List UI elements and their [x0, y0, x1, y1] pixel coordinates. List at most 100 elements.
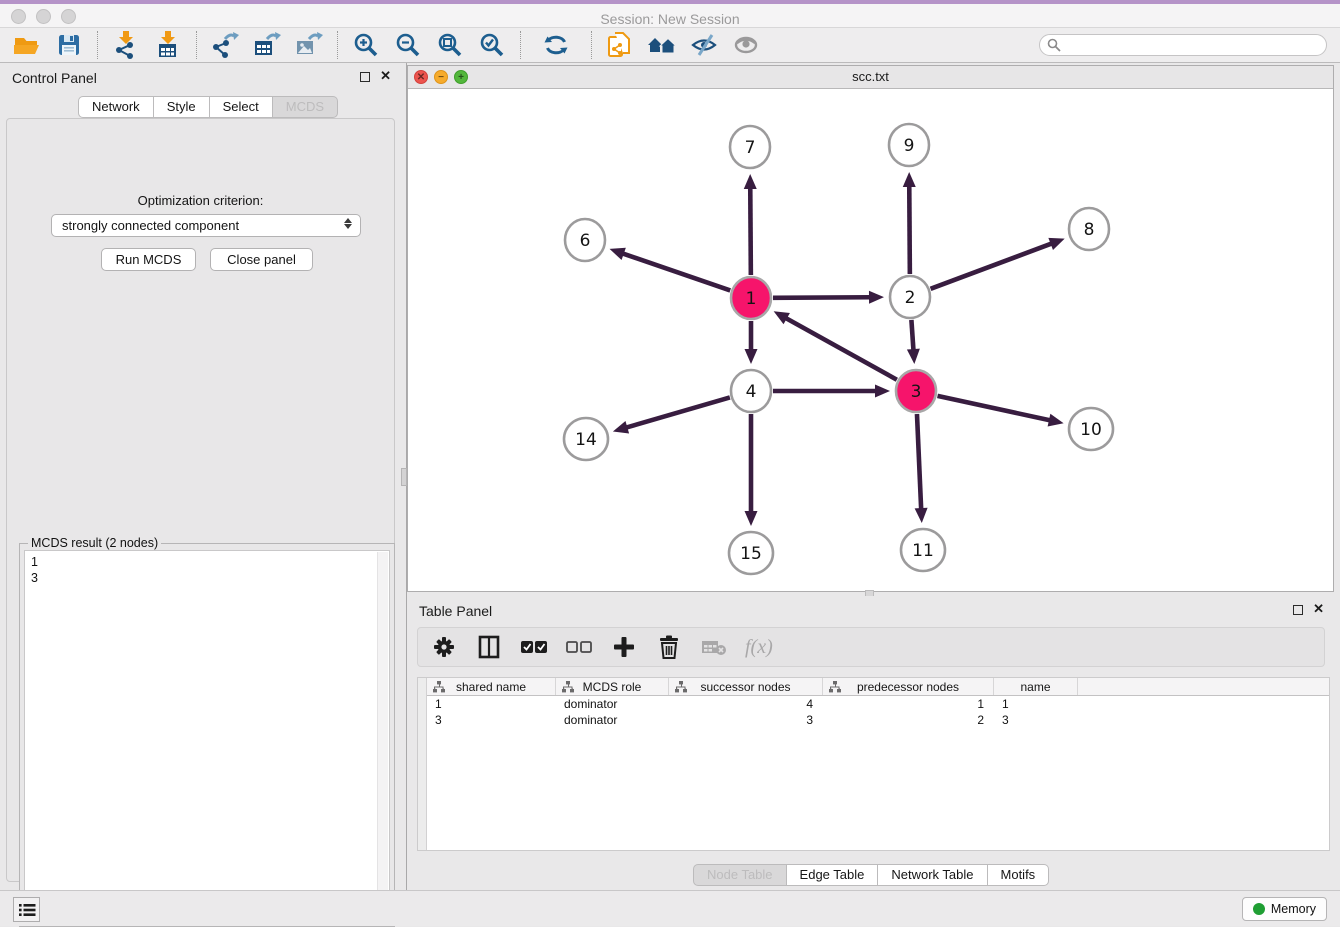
- table-row[interactable]: 3dominator323: [427, 712, 1329, 728]
- tab-mcds[interactable]: MCDS: [273, 96, 338, 118]
- edge-arrowhead: [875, 385, 890, 398]
- control-panel-title: Control Panel: [12, 70, 97, 86]
- edge-arrowhead: [869, 291, 884, 304]
- open-folder-icon[interactable]: [6, 30, 48, 60]
- node-label: 8: [1084, 220, 1095, 240]
- close-panel-button[interactable]: Close panel: [210, 248, 313, 271]
- session-title: Session: New Session: [0, 8, 1340, 30]
- mcds-result-text[interactable]: 1 3: [24, 550, 390, 922]
- mcds-tab-content: Optimization criterion: strongly connect…: [6, 118, 395, 882]
- deselect-all-columns-icon[interactable]: [565, 634, 593, 660]
- criterion-select[interactable]: strongly connected component: [51, 214, 361, 237]
- tab-select[interactable]: Select: [210, 96, 273, 118]
- zoom-in-icon[interactable]: [345, 30, 387, 60]
- edge-arrowhead: [745, 349, 758, 364]
- column-header-MCDS-role[interactable]: MCDS role: [556, 678, 669, 695]
- task-history-button[interactable]: [13, 897, 40, 922]
- application-window: Session: New Session: [0, 0, 1340, 926]
- table-cell: 3: [994, 712, 1078, 728]
- table-tabs: Node TableEdge TableNetwork TableMotifs: [693, 864, 1049, 886]
- edge-arrowhead: [907, 349, 920, 364]
- table-panel: Table Panel ✕: [407, 596, 1334, 890]
- search-icon: [1047, 38, 1061, 57]
- edge-1-7[interactable]: [750, 187, 751, 275]
- edge-4-14[interactable]: [625, 397, 730, 427]
- table-header-row: shared name MCDS role successor nodes prede…: [427, 678, 1329, 696]
- split-columns-icon[interactable]: [475, 634, 503, 660]
- tab-network[interactable]: Network: [78, 96, 154, 118]
- show-hide-panel-icon[interactable]: [725, 30, 767, 60]
- tab-edge-table[interactable]: Edge Table: [787, 864, 879, 886]
- column-header-name[interactable]: name: [994, 678, 1078, 695]
- import-network-icon[interactable]: [105, 30, 147, 60]
- search-input[interactable]: [1039, 34, 1327, 56]
- column-header-successor-nodes[interactable]: successor nodes: [669, 678, 823, 695]
- node-label: 15: [740, 544, 762, 564]
- optimization-criterion-label: Optimization criterion:: [7, 193, 394, 208]
- select-all-columns-icon[interactable]: [520, 634, 548, 660]
- tab-network-table[interactable]: Network Table: [878, 864, 987, 886]
- edge-2-9[interactable]: [909, 185, 910, 274]
- column-header-label: MCDS role: [583, 680, 642, 694]
- zoom-selected-icon[interactable]: [471, 30, 513, 60]
- edge-1-6[interactable]: [622, 253, 730, 290]
- node-label: 6: [580, 231, 591, 251]
- close-panel-icon[interactable]: ✕: [1313, 602, 1324, 616]
- edge-arrowhead: [613, 421, 629, 433]
- zoom-out-icon[interactable]: [387, 30, 429, 60]
- save-icon[interactable]: [48, 30, 90, 60]
- edge-1-2[interactable]: [773, 297, 871, 298]
- network-canvas[interactable]: 7968124314101511: [408, 89, 1333, 591]
- delete-table-icon[interactable]: [700, 634, 728, 660]
- tab-node-table[interactable]: Node Table: [693, 864, 787, 886]
- float-panel-icon[interactable]: [360, 72, 370, 82]
- network-window-title: scc.txt: [408, 66, 1333, 88]
- duplicate-network-icon[interactable]: [599, 30, 641, 60]
- column-header-shared-name[interactable]: shared name: [427, 678, 556, 695]
- memory-button[interactable]: Memory: [1242, 897, 1327, 921]
- edge-2-8[interactable]: [931, 243, 1053, 289]
- scrollbar-track[interactable]: [377, 552, 388, 920]
- network-window-titlebar[interactable]: ✕ − + scc.txt: [408, 66, 1333, 89]
- table-cell: 1: [427, 696, 556, 712]
- import-table-icon[interactable]: [147, 30, 189, 60]
- column-header-label: successor nodes: [700, 680, 790, 694]
- edge-3-11[interactable]: [917, 414, 921, 510]
- toggle-graphics-details-icon[interactable]: [683, 30, 725, 60]
- table-cell: dominator: [556, 696, 669, 712]
- node-label: 7: [745, 138, 756, 158]
- network-graph: 7968124314101511: [408, 89, 1333, 591]
- edge-arrowhead: [745, 511, 758, 526]
- tab-motifs[interactable]: Motifs: [988, 864, 1050, 886]
- tab-style[interactable]: Style: [154, 96, 210, 118]
- zoom-fit-icon[interactable]: [429, 30, 471, 60]
- edge-2-3[interactable]: [911, 320, 913, 351]
- edge-arrowhead: [744, 174, 757, 189]
- float-panel-icon[interactable]: [1293, 605, 1303, 615]
- refresh-view-icon[interactable]: [528, 30, 584, 60]
- table-row[interactable]: 1dominator411: [427, 696, 1329, 712]
- select-arrows-icon: [344, 218, 352, 229]
- toolbar-separator: [97, 31, 98, 59]
- column-header-predecessor-nodes[interactable]: predecessor nodes: [823, 678, 994, 695]
- edge-3-10[interactable]: [937, 396, 1050, 421]
- table-panel-title: Table Panel: [419, 603, 492, 619]
- network-view-window: ✕ − + scc.txt 7968124314101511: [407, 65, 1334, 592]
- table-body: 1dominator4113dominator323: [427, 696, 1329, 728]
- delete-columns-icon[interactable]: [655, 634, 683, 660]
- edge-3-1[interactable]: [785, 318, 897, 380]
- apply-function-icon[interactable]: f(x): [745, 636, 773, 659]
- network-overview-icon[interactable]: [641, 30, 683, 60]
- run-mcds-button[interactable]: Run MCDS: [101, 248, 196, 271]
- export-table-icon[interactable]: [246, 30, 288, 60]
- edge-arrowhead: [915, 508, 928, 523]
- export-image-icon[interactable]: [288, 30, 330, 60]
- main-toolbar: [0, 28, 1340, 63]
- column-header-label: predecessor nodes: [857, 680, 959, 694]
- mcds-result-title: MCDS result (2 nodes): [28, 536, 161, 550]
- export-network-icon[interactable]: [204, 30, 246, 60]
- add-column-icon[interactable]: [610, 634, 638, 660]
- table-cell: 4: [669, 696, 823, 712]
- close-panel-icon[interactable]: ✕: [380, 69, 391, 83]
- table-settings-icon[interactable]: [430, 634, 458, 660]
